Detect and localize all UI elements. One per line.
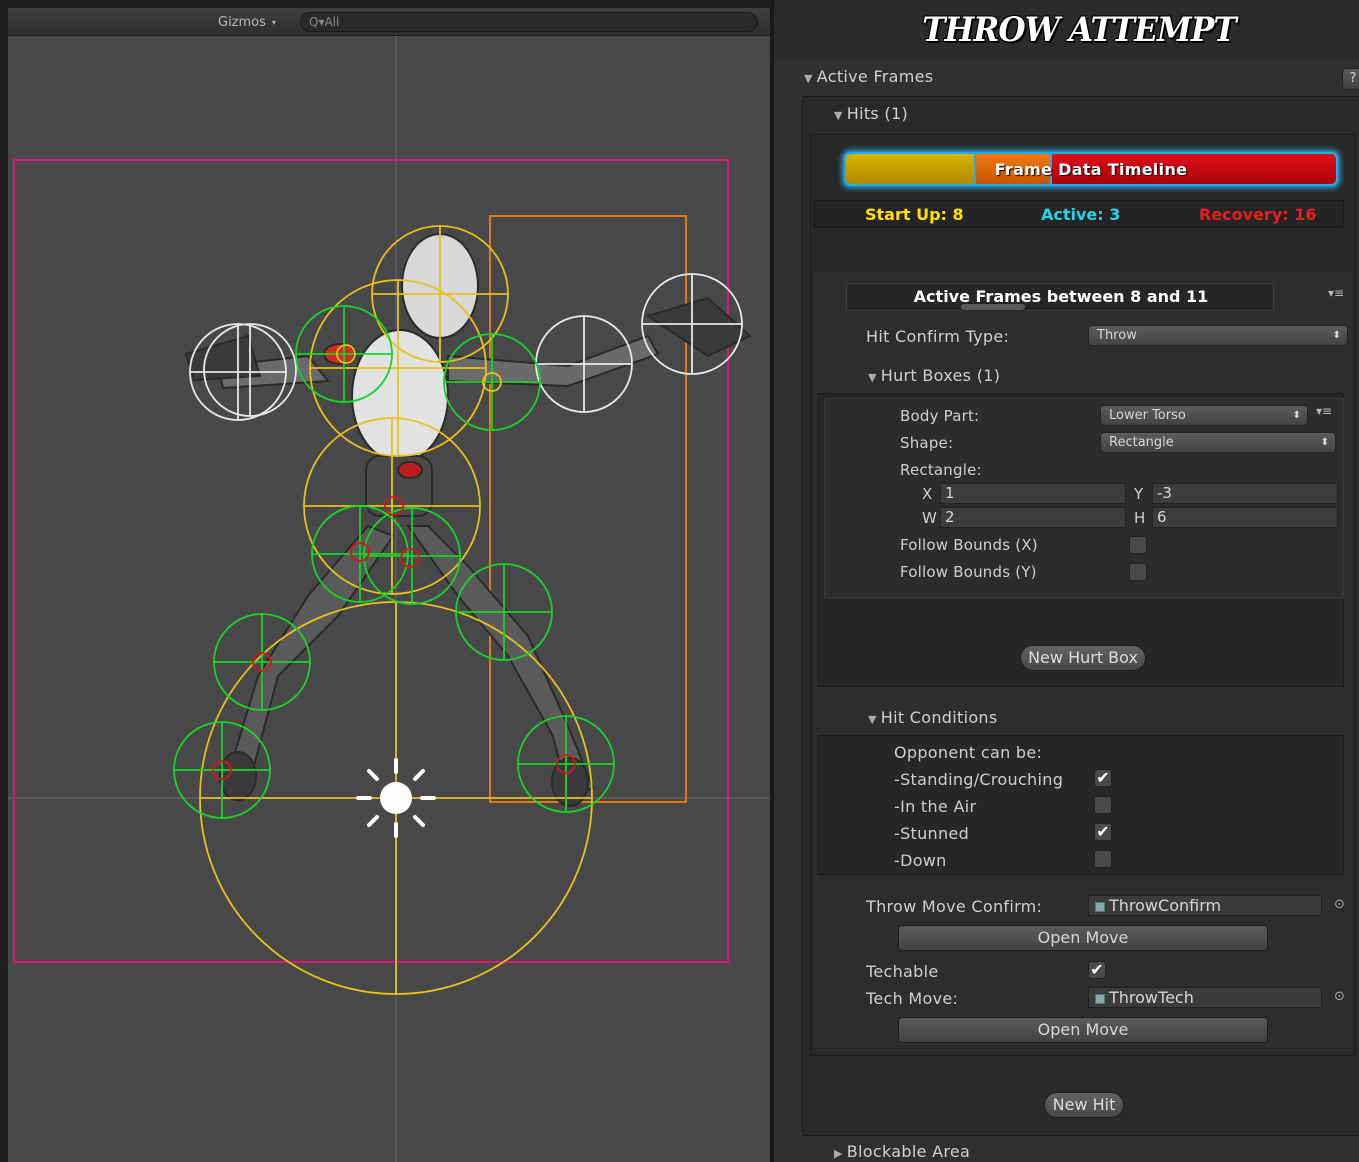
condition-label: -Down bbox=[894, 851, 947, 870]
frame-data-timeline: Frame Data Timeline bbox=[844, 152, 1338, 186]
hit-confirm-type-select[interactable]: Throw ⬍ bbox=[1088, 325, 1348, 346]
condition-label: -In the Air bbox=[894, 797, 977, 816]
body-part-label: Body Part: bbox=[900, 407, 980, 425]
active-frames-range: Active Frames between 8 and 11 bbox=[846, 283, 1274, 311]
window-title: THROW ATTEMPT bbox=[922, 10, 1236, 50]
rect-h-field[interactable]: 6 bbox=[1152, 507, 1338, 528]
startup-stat: Start Up: 8 bbox=[865, 205, 964, 224]
h-label: H bbox=[1134, 509, 1146, 527]
context-menu-icon[interactable]: ▾≡ bbox=[1316, 404, 1332, 418]
object-picker-icon[interactable]: ⊙ bbox=[1334, 989, 1345, 1004]
context-menu-icon[interactable]: ▾≡ bbox=[1328, 286, 1344, 300]
foldout-label: Hits (1) bbox=[846, 104, 909, 123]
select-arrows-icon: ⬍ bbox=[1320, 437, 1329, 448]
foldout-label: Hurt Boxes (1) bbox=[880, 366, 1001, 385]
select-arrows-icon: ⬍ bbox=[1292, 410, 1301, 421]
scene-canvas[interactable] bbox=[8, 36, 770, 1162]
triangle-down-icon: ▼ bbox=[834, 109, 843, 122]
condition-label: -Stunned bbox=[894, 824, 970, 843]
scene-search-input[interactable]: Q▾All bbox=[300, 12, 758, 32]
rect-w-field[interactable]: 2 bbox=[940, 507, 1126, 528]
foldout-active-frames[interactable]: ▼ Active Frames bbox=[804, 67, 933, 86]
body-part-select[interactable]: Lower Torso ⬍ bbox=[1100, 405, 1308, 426]
foldout-blockable-area[interactable]: ▶ Blockable Area bbox=[834, 1142, 970, 1161]
follow-bounds-y-label: Follow Bounds (Y) bbox=[900, 563, 1037, 581]
throw-move-confirm-field[interactable]: ThrowConfirm bbox=[1088, 895, 1322, 916]
rect-y-field[interactable]: -3 bbox=[1152, 483, 1338, 504]
gizmos-dropdown[interactable]: Gizmos ▾ bbox=[214, 13, 276, 32]
light-icon bbox=[356, 758, 436, 838]
select-value: Throw bbox=[1097, 328, 1137, 343]
condition-checkbox[interactable]: ✔ bbox=[1094, 769, 1112, 787]
triangle-down-icon: ▼ bbox=[804, 72, 813, 85]
new-hit-button[interactable]: New Hit bbox=[1044, 1092, 1124, 1118]
new-hurt-box-button[interactable]: New Hurt Box bbox=[1020, 645, 1146, 671]
triangle-down-icon: ▼ bbox=[868, 713, 877, 726]
open-move-button[interactable]: Open Move bbox=[898, 1017, 1268, 1043]
w-label: W bbox=[922, 509, 938, 527]
hurt-box-rect bbox=[489, 215, 687, 803]
character-model bbox=[184, 233, 752, 807]
foldout-hits[interactable]: ▼ Hits (1) bbox=[834, 104, 908, 123]
opponent-can-be-label: Opponent can be: bbox=[894, 743, 1043, 762]
condition-label: -Standing/Crouching bbox=[894, 770, 1064, 789]
gizmos-label: Gizmos bbox=[218, 15, 266, 30]
active-range-label: Active Frames between 8 and 11 bbox=[913, 287, 1209, 306]
scene-view[interactable]: Gizmos ▾ Q▾All bbox=[8, 8, 770, 1162]
timeline-label: Frame Data Timeline bbox=[994, 160, 1188, 179]
foldout-hit-conditions[interactable]: ▼ Hit Conditions bbox=[868, 708, 998, 727]
move-inspector: THROW ATTEMPT ▼ Active Frames ? ▼ Hits (1)… bbox=[774, 0, 1359, 1162]
foldout-label: Active Frames bbox=[816, 67, 934, 86]
select-value: Lower Torso bbox=[1109, 408, 1186, 423]
title-bar: THROW ATTEMPT bbox=[774, 0, 1359, 60]
tech-move-label: Tech Move: bbox=[866, 989, 959, 1008]
field-value: ThrowTech bbox=[1109, 988, 1194, 1007]
follow-bounds-x-label: Follow Bounds (X) bbox=[900, 536, 1038, 554]
move-asset-icon bbox=[1095, 901, 1105, 912]
triangle-right-icon: ▶ bbox=[834, 1147, 843, 1160]
foldout-label: Blockable Area bbox=[846, 1142, 971, 1161]
x-label: X bbox=[922, 485, 933, 503]
move-asset-icon bbox=[1095, 993, 1105, 1004]
condition-checkbox[interactable] bbox=[1094, 850, 1112, 868]
foldout-label: Hit Conditions bbox=[880, 708, 998, 727]
object-picker-icon[interactable]: ⊙ bbox=[1334, 897, 1345, 912]
follow-bounds-x-checkbox[interactable] bbox=[1129, 536, 1147, 554]
techable-label: Techable bbox=[866, 962, 939, 981]
throw-move-confirm-label: Throw Move Confirm: bbox=[866, 897, 1043, 916]
active-stat: Active: 3 bbox=[1041, 205, 1121, 224]
scene-toolbar: Gizmos ▾ Q▾All bbox=[8, 8, 770, 36]
techable-checkbox[interactable]: ✔ bbox=[1088, 961, 1106, 979]
select-value: Rectangle bbox=[1109, 435, 1174, 450]
frame-stats-bar: Start Up: 8 Active: 3 Recovery: 16 bbox=[814, 200, 1344, 228]
foldout-hurt-boxes[interactable]: ▼ Hurt Boxes (1) bbox=[868, 366, 1000, 385]
hit-confirm-type-label: Hit Confirm Type: bbox=[866, 327, 1010, 346]
open-move-button[interactable]: Open Move bbox=[898, 925, 1268, 951]
select-arrows-icon: ⬍ bbox=[1332, 330, 1341, 341]
chevron-down-icon: ▾ bbox=[271, 18, 276, 27]
triangle-down-icon: ▼ bbox=[868, 371, 877, 384]
rectangle-label: Rectangle: bbox=[900, 461, 982, 479]
shape-label: Shape: bbox=[900, 434, 954, 452]
rect-x-field[interactable]: 1 bbox=[940, 483, 1126, 504]
tech-move-field[interactable]: ThrowTech bbox=[1088, 987, 1322, 1008]
field-value: ThrowConfirm bbox=[1109, 896, 1222, 915]
search-placeholder: Q▾All bbox=[309, 15, 340, 29]
condition-checkbox[interactable]: ✔ bbox=[1094, 823, 1112, 841]
recovery-stat: Recovery: 16 bbox=[1199, 205, 1317, 224]
follow-bounds-y-checkbox[interactable] bbox=[1129, 563, 1147, 581]
y-label: Y bbox=[1134, 485, 1144, 503]
shape-select[interactable]: Rectangle ⬍ bbox=[1100, 432, 1336, 453]
condition-checkbox[interactable] bbox=[1094, 796, 1112, 814]
active-range-slider[interactable] bbox=[960, 303, 1026, 311]
help-button[interactable]: ? bbox=[1342, 68, 1359, 90]
